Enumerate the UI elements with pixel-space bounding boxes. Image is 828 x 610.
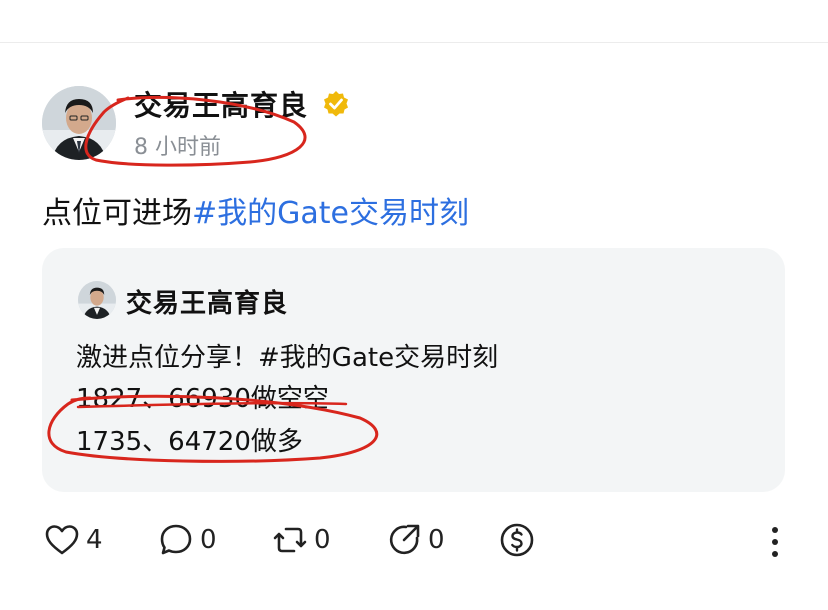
- quoted-hashtag: #我的Gate交易时刻: [258, 343, 499, 373]
- share-count: 0: [428, 525, 445, 555]
- repost-icon: [273, 527, 307, 553]
- avatar-photo: [78, 281, 116, 319]
- share-icon: [389, 524, 420, 555]
- author-avatar[interactable]: [42, 86, 116, 160]
- quoted-text-line-1: 激进点位分享！#我的Gate交易时刻: [76, 337, 498, 374]
- quoted-author-name[interactable]: 交易王高育良: [126, 283, 288, 320]
- tip-button[interactable]: [499, 520, 535, 560]
- quoted-text-line-3: 1735、64720做多: [76, 427, 303, 457]
- like-count: 4: [86, 525, 103, 555]
- comment-icon: [160, 524, 192, 555]
- more-vertical-icon: [772, 527, 778, 557]
- like-button[interactable]: 4: [44, 520, 103, 560]
- verified-badge-icon: [322, 90, 350, 118]
- repost-button[interactable]: 0: [272, 520, 331, 560]
- avatar-photo: [42, 86, 116, 160]
- share-button[interactable]: 0: [386, 520, 445, 560]
- author-name[interactable]: 交易王高育良: [134, 84, 308, 124]
- reply-count: 0: [200, 525, 217, 555]
- more-options-button[interactable]: [760, 522, 790, 562]
- post-body: 点位可进场#我的Gate交易时刻: [42, 188, 469, 232]
- post-timestamp: 8 小时前: [134, 135, 221, 160]
- quoted-author-avatar[interactable]: [78, 281, 116, 319]
- top-divider: [0, 42, 828, 43]
- post-text: 点位可进场: [42, 196, 192, 231]
- repost-count: 0: [314, 525, 331, 555]
- quoted-text: 激进点位分享！: [76, 343, 259, 373]
- heart-icon: [45, 525, 79, 555]
- post-hashtag-link[interactable]: #我的Gate交易时刻: [192, 196, 469, 231]
- quoted-text-line-2: 1827、66930做空空: [76, 384, 329, 414]
- reply-button[interactable]: 0: [158, 520, 217, 560]
- dollar-coin-icon: [500, 523, 534, 557]
